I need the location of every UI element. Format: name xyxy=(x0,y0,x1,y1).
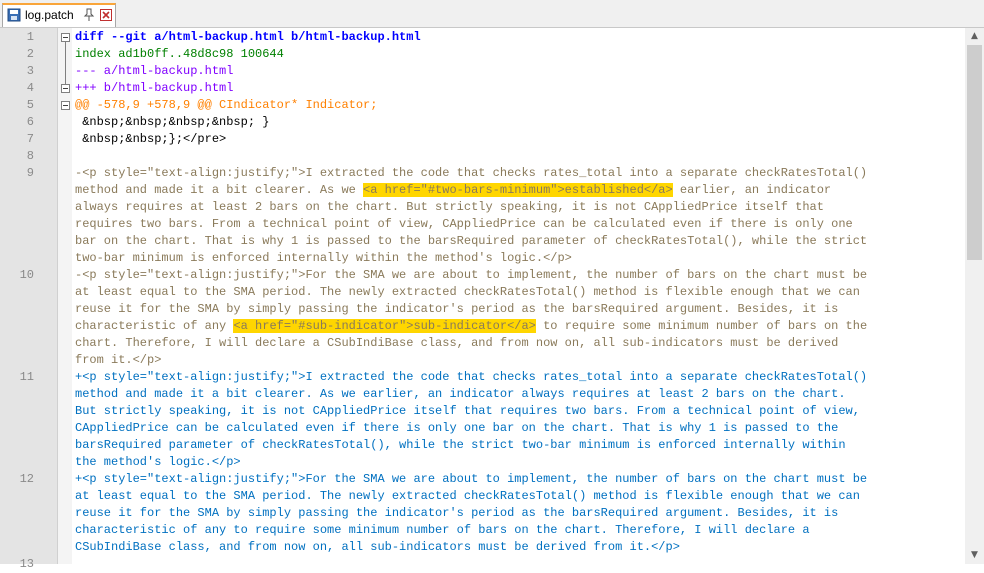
code-line: +<p style="text-align:justify;">I extrac… xyxy=(75,369,867,386)
scrollbar-thumb[interactable] xyxy=(967,45,982,260)
code-segment: reuse it for the SMA by simply passing t… xyxy=(75,302,839,316)
code-line: method and made it a bit clearer. As we … xyxy=(75,182,831,199)
tab-label: log.patch xyxy=(25,8,74,22)
code-segment: CAppliedPrice can be calculated even if … xyxy=(75,421,839,435)
code-line: reuse it for the SMA by simply passing t… xyxy=(75,301,838,318)
line-number: 12 xyxy=(19,472,34,486)
code-segment: @@ -578,9 +578,9 @@ CIndicator* Indicato… xyxy=(75,98,378,112)
code-segment: from it.</p> xyxy=(75,353,162,367)
code-line: -<p style="text-align:justify;">I extrac… xyxy=(75,165,867,182)
code-segment: method and made it a bit clearer. As we xyxy=(75,183,364,197)
code-segment: index ad1b0ff..48d8c98 100644 xyxy=(75,47,284,61)
line-number: 3 xyxy=(26,64,34,78)
tab-log-patch[interactable]: log.patch xyxy=(2,3,116,27)
code-segment: requires two bars. From a technical poin… xyxy=(75,217,853,231)
code-segment: method and made it a bit clearer. As we … xyxy=(75,387,846,401)
code-line: -<p style="text-align:justify;">For the … xyxy=(75,267,867,284)
code-segment: --- a/html-backup.html xyxy=(75,64,234,78)
code-segment: +<p style="text-align:justify;">For the … xyxy=(75,472,868,486)
pin-icon[interactable] xyxy=(83,8,95,22)
code-line: diff --git a/html-backup.html b/html-bac… xyxy=(75,29,421,46)
code-segment: reuse it for the SMA by simply passing t… xyxy=(75,506,839,520)
line-number: 1 xyxy=(26,30,34,44)
code-segment: the method's logic.</p> xyxy=(75,455,241,469)
code-segment: at least equal to the SMA period. The ne… xyxy=(75,285,860,299)
code-segment: CSubIndiBase class, and from now on, all… xyxy=(75,540,680,554)
code-segment: chart. Therefore, I will declare a CSubI… xyxy=(75,336,839,350)
line-number: 13 xyxy=(19,557,34,571)
highlighted-text: <a href="#sub-indicator">sub-indicator</… xyxy=(233,319,536,333)
code-line: --- a/html-backup.html xyxy=(75,63,233,80)
highlighted-text: <a href="#two-bars-minimum">established<… xyxy=(363,183,673,197)
code-line: CSubIndiBase class, and from now on, all… xyxy=(75,539,680,556)
scroll-up-arrow-icon[interactable]: ▲ xyxy=(965,28,984,45)
code-line: +++ b/html-backup.html xyxy=(75,80,233,97)
line-number: 6 xyxy=(26,115,34,129)
code-segment: -<p style="text-align:justify;">I extrac… xyxy=(75,166,868,180)
code-segment: +++ b/html-backup.html xyxy=(75,81,234,95)
scroll-down-arrow-icon[interactable]: ▼ xyxy=(965,547,984,564)
code-line: CAppliedPrice can be calculated even if … xyxy=(75,420,838,437)
code-line: barsRequired parameter of checkRatesTota… xyxy=(75,437,846,454)
code-line: &nbsp;&nbsp;&nbsp;&nbsp; } xyxy=(75,114,269,131)
code-segment: But strictly speaking, it is not CApplie… xyxy=(75,404,860,418)
code-segment: +<p style="text-align:justify;">I extrac… xyxy=(75,370,868,384)
code-line: at least equal to the SMA period. The ne… xyxy=(75,488,860,505)
saved-file-icon xyxy=(7,8,21,22)
code-segment: -<p style="text-align:justify;">For the … xyxy=(75,268,868,282)
line-number: 11 xyxy=(19,370,34,384)
code-line: But strictly speaking, it is not CApplie… xyxy=(75,403,860,420)
line-number: 10 xyxy=(19,268,34,282)
code-segment: diff --git a/html-backup.html b/html-bac… xyxy=(75,30,421,44)
code-line: bar on the chart. That is why 1 is passe… xyxy=(75,233,867,250)
fold-toggle-icon[interactable] xyxy=(61,84,70,93)
code-segment: bar on the chart. That is why 1 is passe… xyxy=(75,234,868,248)
code-line: always requires at least 2 bars on the c… xyxy=(75,199,824,216)
fold-toggle-icon[interactable] xyxy=(61,33,70,42)
vertical-scrollbar[interactable]: ▲ ▼ xyxy=(965,28,984,564)
fold-guide-line xyxy=(65,42,66,84)
code-segment: characteristic of any xyxy=(75,319,234,333)
code-segment: earlier, an indicator xyxy=(672,183,832,197)
code-line: from it.</p> xyxy=(75,352,161,369)
code-line: characteristic of any <a href="#sub-indi… xyxy=(75,318,867,335)
code-segment: at least equal to the SMA period. The ne… xyxy=(75,489,860,503)
line-number: 9 xyxy=(26,166,34,180)
code-line: the method's logic.</p> xyxy=(75,454,241,471)
code-line: &nbsp;&nbsp;};</pre> xyxy=(75,131,226,148)
code-segment: &nbsp;&nbsp;};</pre> xyxy=(75,132,227,146)
code-line: at least equal to the SMA period. The ne… xyxy=(75,284,860,301)
code-segment: to require some minimum number of bars o… xyxy=(535,319,868,333)
code-segment: always requires at least 2 bars on the c… xyxy=(75,200,824,214)
code-line: method and made it a bit clearer. As we … xyxy=(75,386,846,403)
close-tab-icon[interactable] xyxy=(100,9,112,21)
code-segment: &nbsp;&nbsp;&nbsp;&nbsp; } xyxy=(75,115,270,129)
code-line: index ad1b0ff..48d8c98 100644 xyxy=(75,46,284,63)
line-number: 4 xyxy=(26,81,34,95)
code-segment: two-bar minimum is enforced internally w… xyxy=(75,251,572,265)
code-line: chart. Therefore, I will declare a CSubI… xyxy=(75,335,838,352)
code-line: characteristic of any to require some mi… xyxy=(75,522,810,539)
editor-area[interactable]: diff --git a/html-backup.html b/html-bac… xyxy=(0,28,984,564)
code-line: reuse it for the SMA by simply passing t… xyxy=(75,505,838,522)
code-line: requires two bars. From a technical poin… xyxy=(75,216,853,233)
line-number: 8 xyxy=(26,149,34,163)
code-line: @@ -578,9 +578,9 @@ CIndicator* Indicato… xyxy=(75,97,377,114)
tab-bar: log.patch xyxy=(0,0,984,28)
fold-toggle-icon[interactable] xyxy=(61,101,70,110)
line-number: 7 xyxy=(26,132,34,146)
line-number: 2 xyxy=(26,47,34,61)
code-line: +<p style="text-align:justify;">For the … xyxy=(75,471,867,488)
code-segment: characteristic of any to require some mi… xyxy=(75,523,810,537)
line-number: 5 xyxy=(26,98,34,112)
code-segment: barsRequired parameter of checkRatesTota… xyxy=(75,438,846,452)
code-line: two-bar minimum is enforced internally w… xyxy=(75,250,572,267)
